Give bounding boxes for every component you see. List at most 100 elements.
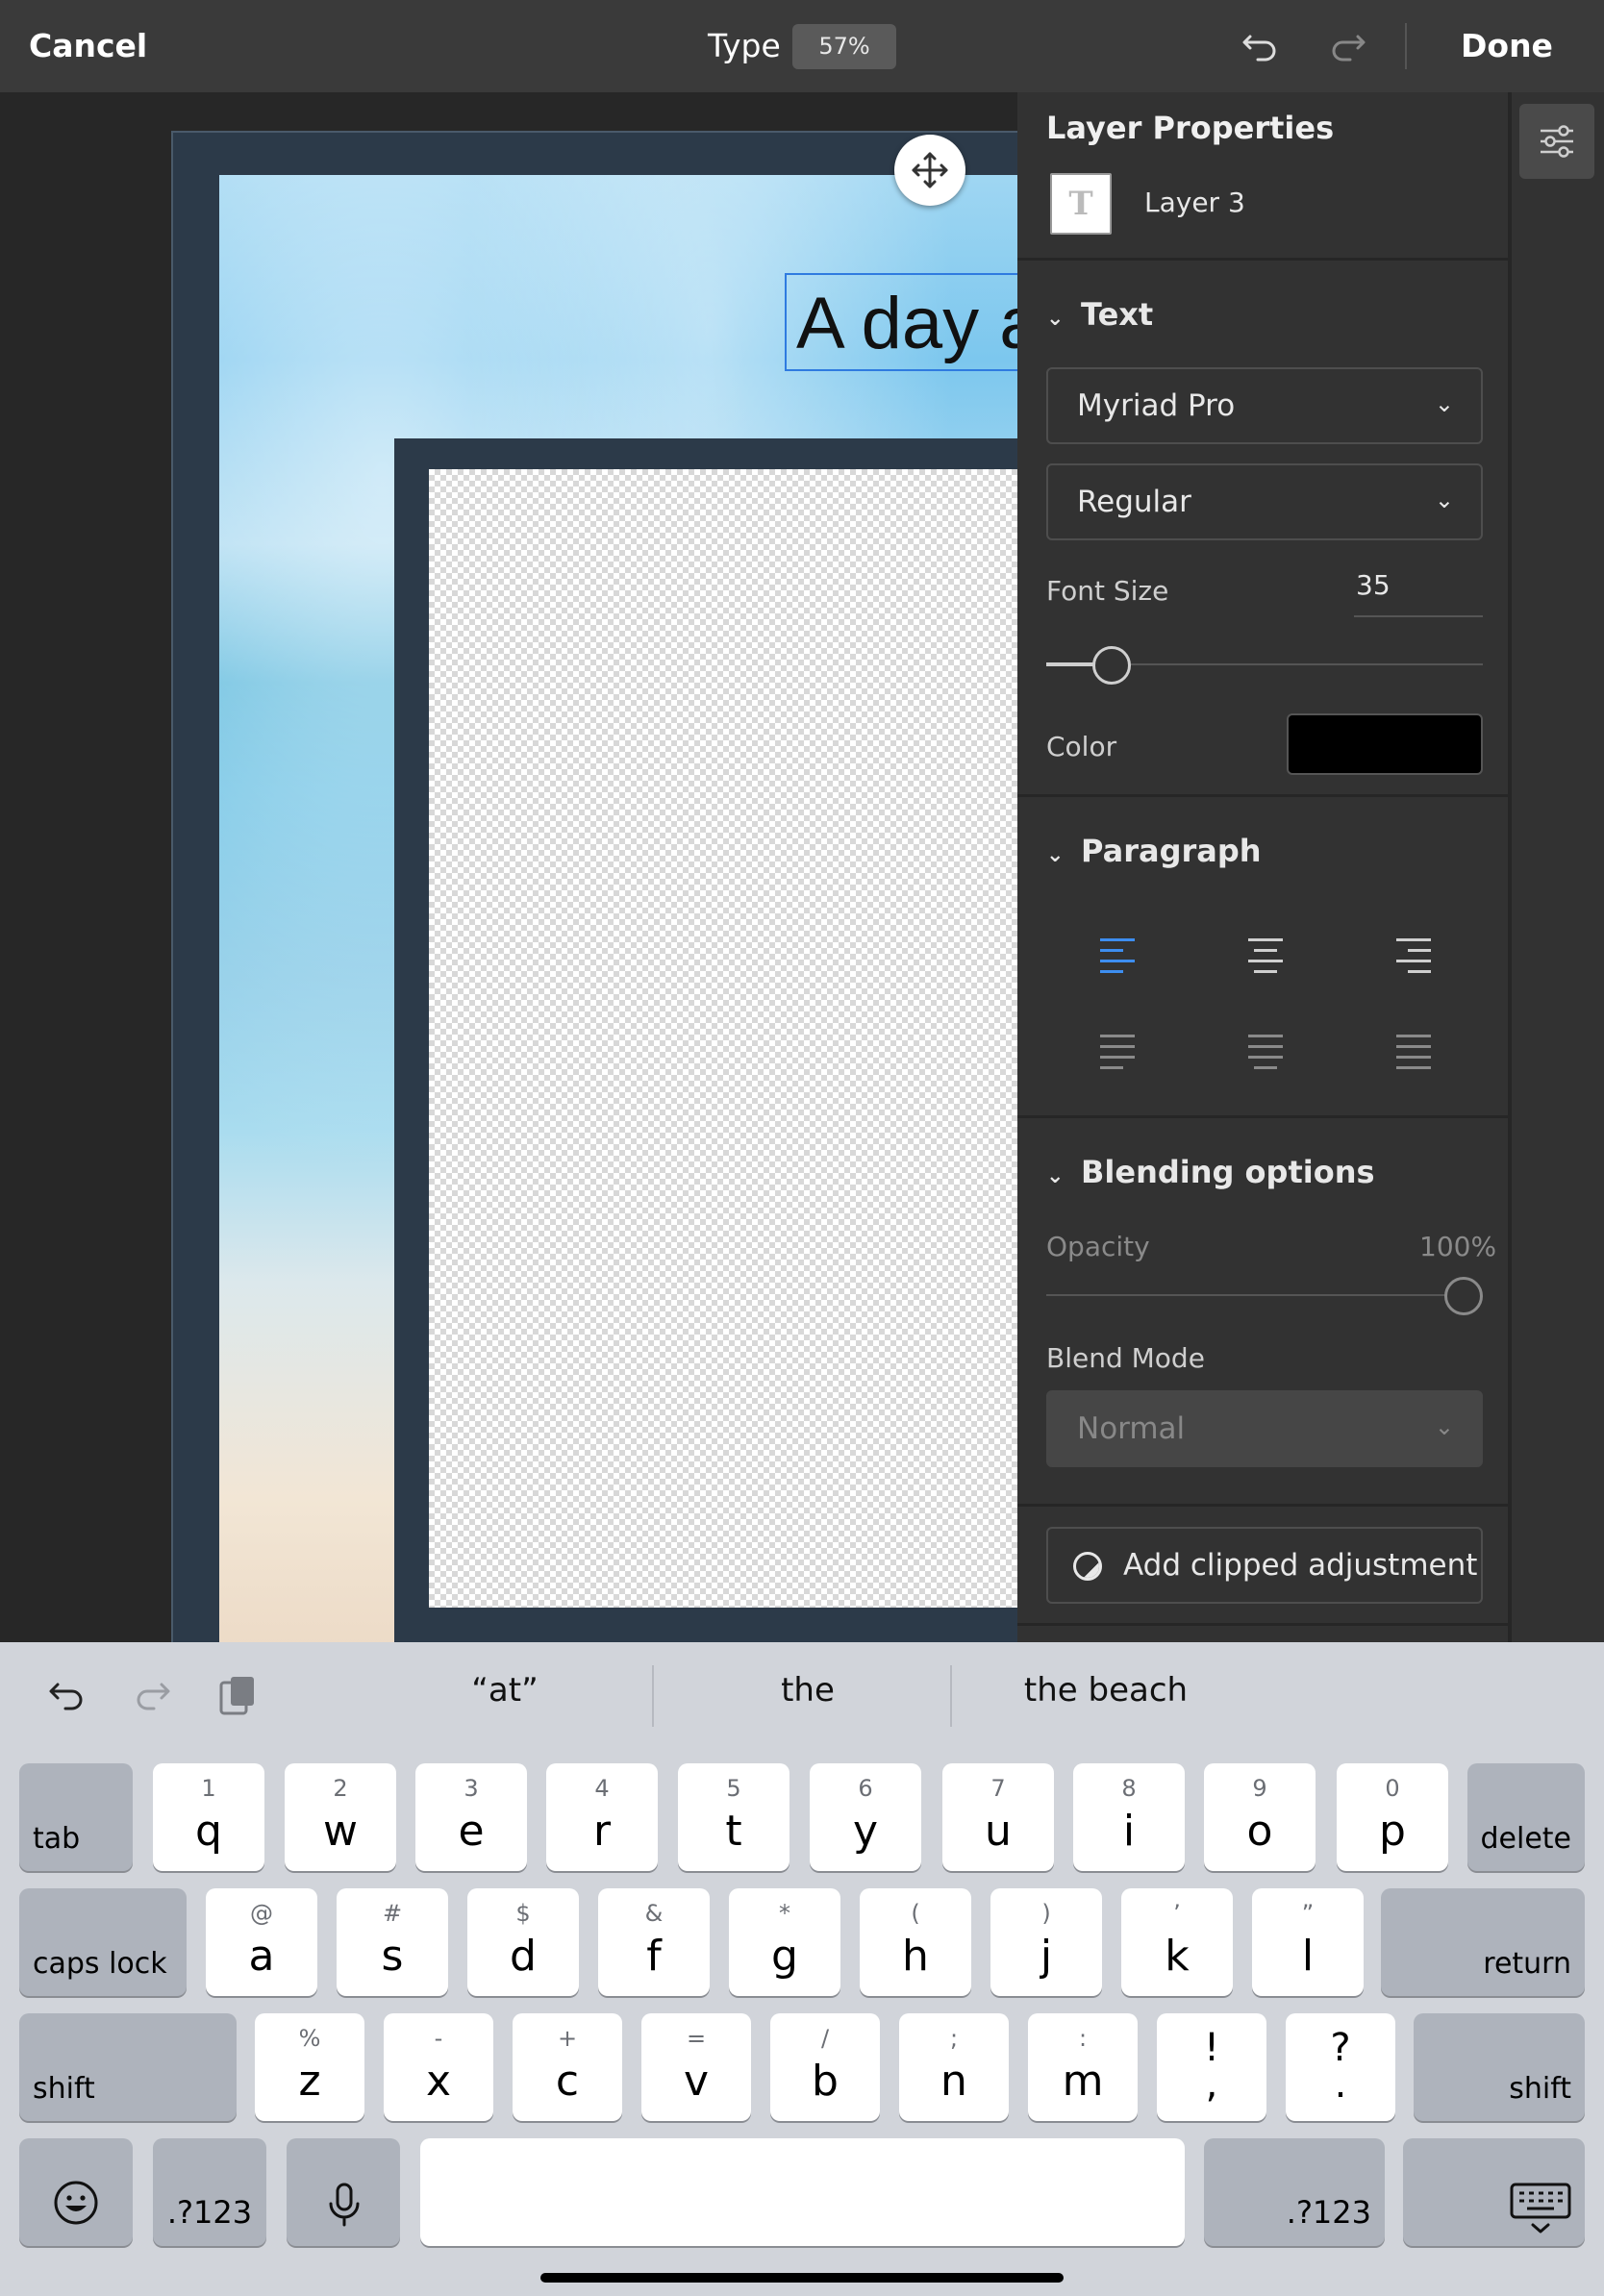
properties-toggle-button[interactable] [1519, 104, 1594, 179]
color-swatch[interactable] [1287, 713, 1483, 775]
section-text-header[interactable]: ⌄ Text [1046, 296, 1153, 333]
key-i[interactable]: 8i [1073, 1763, 1185, 1871]
undo-icon[interactable] [1237, 23, 1283, 69]
opacity-value: 100% [1419, 1231, 1497, 1262]
add-clipped-adjustment-button[interactable]: Add clipped adjustment [1046, 1527, 1483, 1604]
section-text-label: Text [1081, 296, 1154, 333]
key-p[interactable]: 0p [1337, 1763, 1448, 1871]
dismiss-keyboard-key[interactable] [1403, 2138, 1585, 2246]
key-period[interactable]: ?. [1286, 2013, 1395, 2121]
key-q[interactable]: 1q [153, 1763, 264, 1871]
justify-center-icon[interactable] [1246, 1035, 1285, 1069]
text-layer-content[interactable]: A day a [796, 283, 1033, 365]
key-u[interactable]: 7u [942, 1763, 1054, 1871]
chevron-down-icon: ⌄ [1046, 307, 1065, 331]
key-z[interactable]: % z [255, 2013, 364, 2121]
suggestion-bar: “at” the the beach [0, 1642, 1604, 1748]
transparent-placeholder[interactable] [429, 469, 1025, 1608]
font-family-value: Myriad Pro [1077, 388, 1236, 423]
section-paragraph-label: Paragraph [1081, 833, 1262, 869]
key-comma[interactable]: !, [1157, 2013, 1266, 2121]
suggestion-3[interactable]: the beach [1000, 1671, 1212, 1710]
text-layer-box[interactable]: A day a [785, 273, 1035, 371]
color-label: Color [1046, 731, 1117, 762]
shift-key-left[interactable]: shift [19, 2013, 237, 2121]
justify-left-icon[interactable] [1100, 1035, 1139, 1069]
redo-icon[interactable] [129, 1671, 177, 1719]
align-center-icon[interactable] [1246, 938, 1285, 973]
layer-thumbnail[interactable]: T [1050, 173, 1112, 235]
key-a[interactable]: @ a [206, 1888, 317, 1996]
opacity-slider-knob[interactable] [1444, 1277, 1483, 1315]
key-y[interactable]: 6y [810, 1763, 921, 1871]
font-style-dropdown[interactable]: Regular ⌄ [1046, 463, 1483, 540]
section-paragraph-header[interactable]: ⌄ Paragraph [1046, 833, 1262, 869]
font-size-slider-knob[interactable] [1092, 646, 1131, 685]
redo-icon[interactable] [1325, 23, 1371, 69]
layer-properties-panel: Layer Properties T Layer 3 ⌄ Text Myriad … [1017, 92, 1510, 1642]
divider [1017, 1623, 1510, 1626]
suggestion-1[interactable]: “at” [423, 1671, 587, 1710]
key-t[interactable]: 5t [678, 1763, 789, 1871]
paste-icon[interactable] [213, 1671, 262, 1719]
align-left-icon[interactable] [1100, 938, 1139, 973]
delete-key[interactable]: delete [1467, 1763, 1585, 1871]
numbers-key-left[interactable]: .?123 [153, 2138, 266, 2246]
numbers-key-right[interactable]: .?123 [1204, 2138, 1385, 2246]
panel-title: Layer Properties [1046, 110, 1335, 146]
key-k[interactable]: ’ k [1121, 1888, 1233, 1996]
right-tool-strip [1510, 92, 1604, 1642]
emoji-key[interactable] [19, 2138, 133, 2246]
caps-lock-key[interactable]: caps lock [19, 1888, 187, 1996]
key-b[interactable]: / b [770, 2013, 880, 2121]
blend-mode-value: Normal [1077, 1411, 1186, 1446]
font-size-input[interactable]: 35 [1356, 569, 1391, 601]
key-e[interactable]: 3e [415, 1763, 527, 1871]
zoom-level[interactable]: 57% [792, 24, 896, 69]
shift-key-right[interactable]: shift [1414, 2013, 1585, 2121]
key-f[interactable]: & f [598, 1888, 710, 1996]
home-indicator[interactable] [540, 2273, 1064, 2283]
key-v[interactable]: = v [641, 2013, 751, 2121]
key-g[interactable]: * g [729, 1888, 840, 1996]
key-w[interactable]: 2w [285, 1763, 396, 1871]
return-key[interactable]: return [1381, 1888, 1585, 1996]
key-h[interactable]: (h [860, 1888, 971, 1996]
key-c[interactable]: + c [513, 2013, 622, 2121]
key-l[interactable]: ” l [1252, 1888, 1364, 1996]
layer-name[interactable]: Layer 3 [1144, 187, 1245, 218]
tab-key[interactable]: tab [19, 1763, 133, 1871]
space-bar[interactable] [420, 2138, 1185, 2246]
font-size-label: Font Size [1046, 575, 1169, 607]
dictation-key[interactable] [287, 2138, 400, 2246]
key-x[interactable]: -x [384, 2013, 493, 2121]
done-button[interactable]: Done [1461, 25, 1553, 67]
undo-icon[interactable] [42, 1671, 90, 1719]
toolbar-divider [1405, 23, 1407, 69]
cancel-button[interactable]: Cancel [29, 25, 147, 67]
chevron-down-icon: ⌄ [1046, 1164, 1065, 1188]
blend-mode-dropdown[interactable]: Normal ⌄ [1046, 1390, 1483, 1467]
top-toolbar: Cancel Type 57% Done [0, 0, 1604, 92]
sliders-icon [1541, 125, 1573, 158]
section-blending-header[interactable]: ⌄ Blending options [1046, 1154, 1375, 1190]
key-d[interactable]: $ d [467, 1888, 579, 1996]
font-family-dropdown[interactable]: Myriad Pro ⌄ [1046, 367, 1483, 444]
suggestion-2[interactable]: the [731, 1671, 885, 1710]
key-m[interactable]: :m [1028, 2013, 1138, 2121]
move-handle[interactable] [894, 135, 965, 206]
divider [1017, 1504, 1510, 1507]
section-blending-label: Blending options [1081, 1154, 1375, 1190]
key-n[interactable]: ; n [899, 2013, 1009, 2121]
align-right-icon[interactable] [1392, 938, 1431, 973]
microphone-icon [329, 2183, 360, 2227]
key-j[interactable]: ) j [990, 1888, 1102, 1996]
opacity-slider-track[interactable] [1046, 1294, 1450, 1296]
key-r[interactable]: 4r [546, 1763, 658, 1871]
justify-all-icon[interactable] [1392, 1035, 1431, 1069]
key-s[interactable]: # s [337, 1888, 448, 1996]
key-o[interactable]: 9o [1204, 1763, 1316, 1871]
opacity-label: Opacity [1046, 1231, 1150, 1262]
chevron-down-icon: ⌄ [1434, 390, 1454, 417]
font-style-value: Regular [1077, 485, 1191, 519]
